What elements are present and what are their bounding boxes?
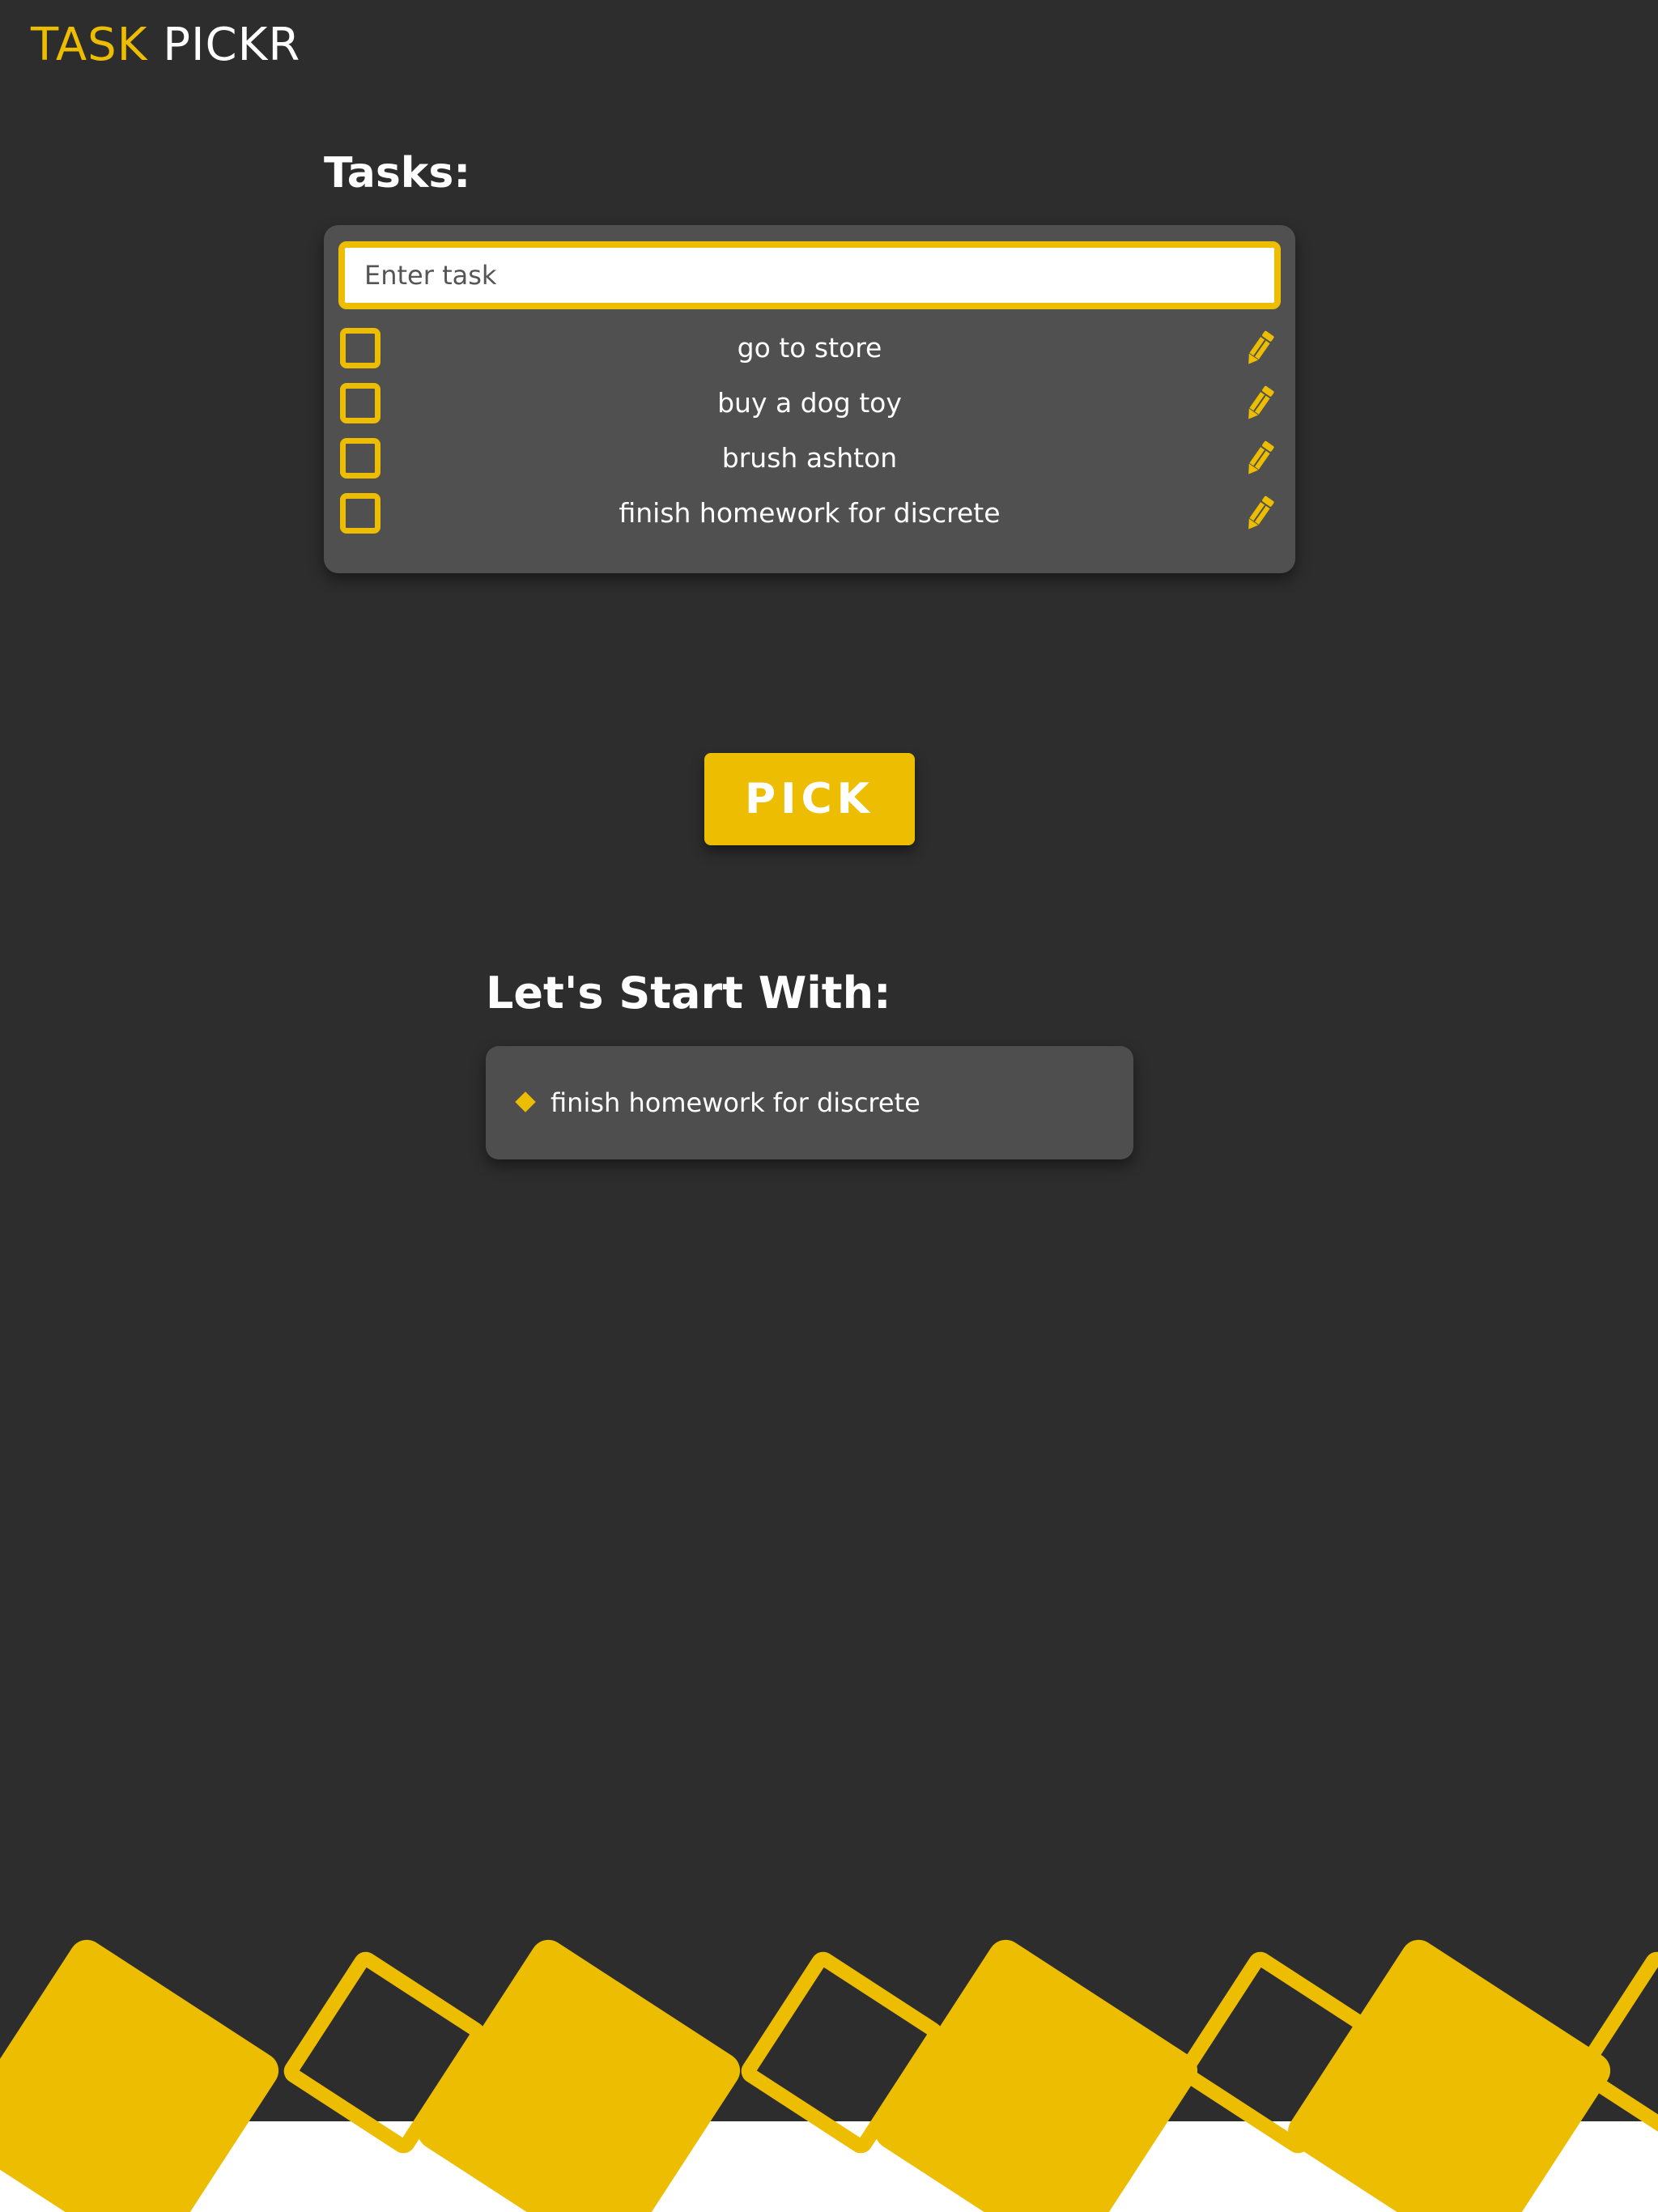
result-heading: Let's Start With:: [486, 968, 891, 1019]
diamond-icon: [515, 1091, 536, 1112]
task-checkbox[interactable]: [340, 328, 380, 368]
task-checkbox[interactable]: [340, 383, 380, 423]
tasks-heading: Tasks:: [324, 149, 471, 198]
task-row: finish homework for discrete: [324, 489, 1295, 538]
task-label: brush ashton: [721, 442, 898, 474]
tasks-panel: go to store buy a dog toy brush ashton: [324, 225, 1295, 573]
logo-rest-text: PICKR: [163, 19, 301, 71]
app-logo: TASK PICKR: [31, 18, 300, 73]
pencil-icon[interactable]: [1239, 437, 1281, 479]
task-input[interactable]: [338, 241, 1281, 309]
pencil-icon[interactable]: [1239, 327, 1281, 369]
task-label: finish homework for discrete: [619, 497, 1001, 529]
task-checkbox[interactable]: [340, 493, 380, 534]
task-label: go to store: [737, 332, 882, 364]
task-row: go to store: [324, 324, 1295, 372]
task-label: buy a dog toy: [717, 387, 902, 419]
task-row: buy a dog toy: [324, 379, 1295, 428]
task-checkbox[interactable]: [340, 438, 380, 479]
task-row: brush ashton: [324, 434, 1295, 483]
footer-decoration: [0, 1939, 1658, 2212]
pencil-icon[interactable]: [1239, 492, 1281, 534]
result-card: finish homework for discrete: [486, 1046, 1133, 1159]
result-task-text: finish homework for discrete: [551, 1087, 920, 1118]
pencil-icon[interactable]: [1239, 382, 1281, 424]
logo-accent-text: TASK: [31, 19, 148, 71]
pick-button[interactable]: PICK: [704, 753, 915, 845]
